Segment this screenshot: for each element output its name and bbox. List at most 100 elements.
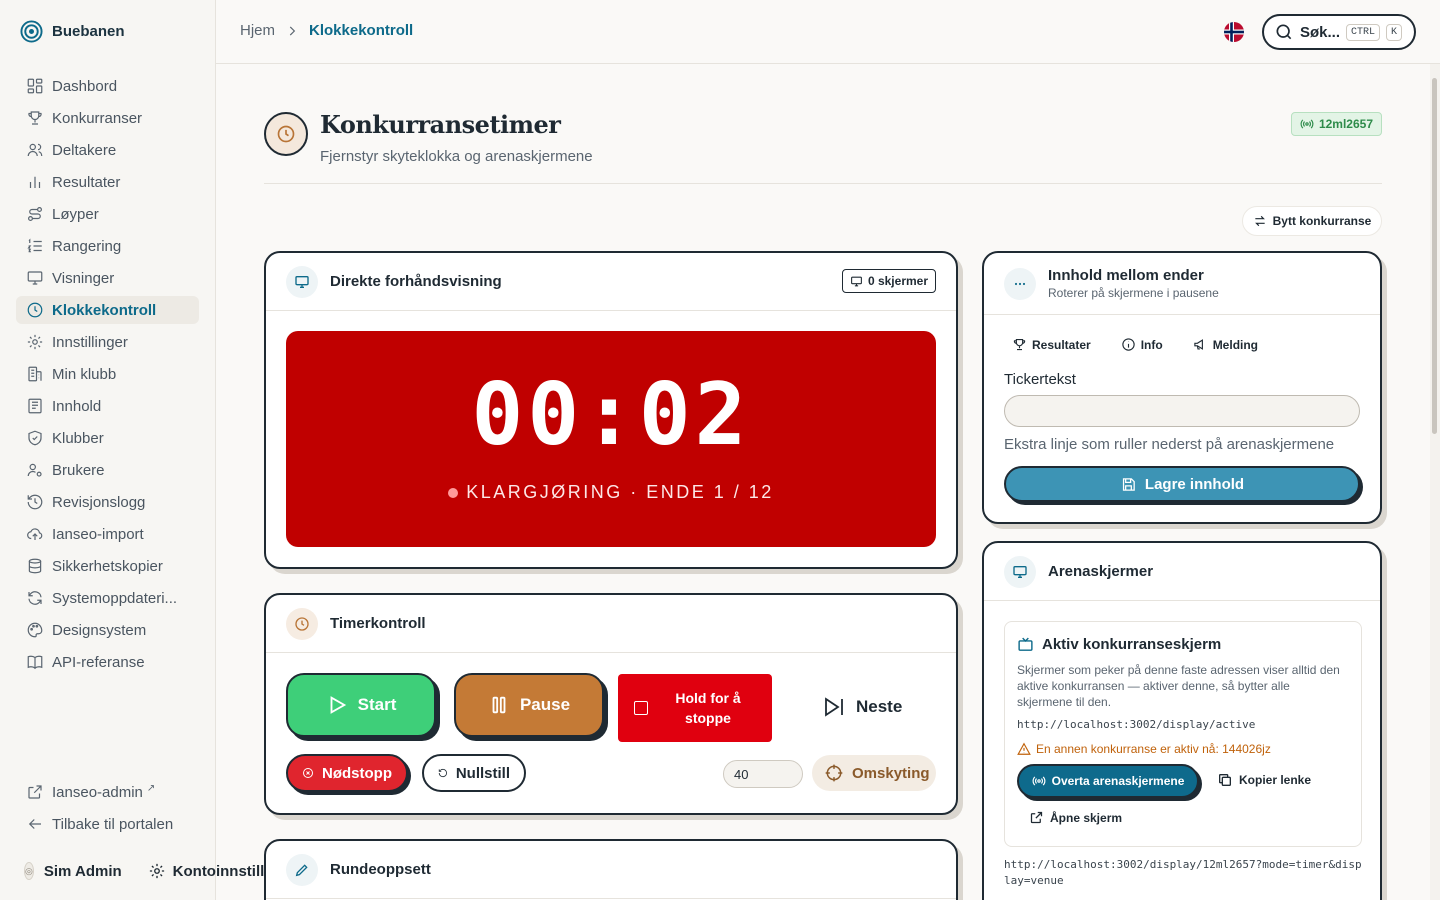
save-icon [1122, 477, 1135, 491]
kbd-k: K [1386, 23, 1403, 41]
tab-results[interactable]: Resultater [1004, 337, 1091, 352]
sidebar-item-designsystem[interactable]: Designsystem [16, 616, 199, 644]
copy-link-button[interactable]: Kopier lenke [1217, 772, 1311, 788]
tab-message[interactable]: Melding [1185, 337, 1258, 352]
sidebar-item-dashbord[interactable]: Dashbord [16, 72, 199, 100]
sidebar-item-innhold[interactable]: Innhold [16, 392, 199, 420]
preview-card-header: Direkte forhåndsvisning 0 skjermer [266, 253, 956, 311]
pause-icon [492, 696, 506, 714]
avatar[interactable]: ◎ [24, 862, 34, 880]
reset-button[interactable]: Nullstill [422, 754, 526, 792]
breadcrumb-home[interactable]: Hjem [240, 22, 275, 39]
pencil-icon [286, 853, 318, 886]
search-label: Søk... [1300, 23, 1341, 41]
list-ordered-icon [27, 238, 42, 253]
page-header: Konkurransetimer Fjernstyr skyteklokka o… [264, 110, 1382, 184]
sidebar-item-label: Brukere [52, 461, 105, 479]
tab-info[interactable]: Info [1113, 337, 1163, 352]
active-screen-heading: Aktiv konkurranseskjerm [1017, 636, 1221, 653]
clock-icon [286, 607, 318, 640]
round-setup-header[interactable]: Rundeoppsett [266, 841, 956, 899]
sidebar-item-label: Klokkekontroll [52, 301, 157, 319]
sidebar-item-label: Deltakere [52, 141, 117, 159]
active-screen-description: Skjermer som peker på denne faste adress… [1017, 663, 1340, 709]
account-settings-link[interactable]: Kontoinnstilli [148, 862, 268, 880]
sidebar-item-rangering[interactable]: Rangering [16, 232, 199, 260]
take-over-screens-button[interactable]: Overta arenaskjermene [1017, 764, 1199, 798]
sidebar: Buebanen Dashbord Konkurranser Deltakere Re… [0, 0, 268, 900]
trophy-icon [28, 111, 42, 125]
start-button[interactable]: Start [286, 673, 436, 737]
norway-flag-icon[interactable] [1224, 22, 1244, 42]
clock-time: 00:02 [471, 365, 751, 465]
megaphone-icon [1194, 339, 1203, 350]
round-setup-card: Rundeoppsett [264, 839, 958, 900]
sidebar-item-api-referanse[interactable]: API-referanse [16, 648, 199, 676]
sidebar-item-label: Tilbake til portalen [52, 815, 174, 833]
scrollbar-thumb[interactable] [1432, 78, 1437, 434]
timer-control-title: Timerkontroll [330, 615, 426, 632]
sidebar-item-label: Konkurranser [52, 109, 143, 127]
sidebar-item-klubber[interactable]: Klubber [16, 424, 199, 452]
brand-name: Buebanen [52, 23, 125, 40]
sidebar-item-min-klubb[interactable]: Min klubb [16, 360, 199, 388]
search-button[interactable]: Søk... CTRL K [1262, 14, 1416, 50]
reshoot-seconds-input[interactable]: 40 [723, 760, 803, 788]
page-subtitle: Fjernstyr skyteklokka og arenaskjermene [320, 148, 593, 165]
user-name[interactable]: Sim Admin [44, 863, 122, 880]
ticker-input[interactable] [1004, 395, 1360, 427]
brand[interactable]: Buebanen [20, 20, 125, 43]
sidebar-item-ianseo-admin[interactable]: Ianseo-admin ↗ [16, 778, 199, 806]
sidebar-item-brukere[interactable]: Brukere [16, 456, 199, 484]
sidebar-bottom-nav: Ianseo-admin ↗ Tilbake til portalen [16, 778, 199, 842]
open-screen-button[interactable]: Åpne skjerm [1029, 810, 1122, 825]
cloud-upload-icon [27, 528, 43, 540]
preview-title: Direkte forhåndsvisning [330, 273, 502, 290]
sidebar-item-label: Løyper [52, 205, 99, 223]
active-screen-url: http://localhost:3002/display/active [1017, 718, 1256, 731]
pause-button[interactable]: Pause [454, 673, 604, 737]
sidebar-item-revisjonslogg[interactable]: Revisjonslogg [16, 488, 199, 516]
sidebar-item-back-to-portal[interactable]: Tilbake til portalen [16, 810, 199, 838]
clock-display: 00:02 KLARGJØRING · ENDE 1 / 12 [286, 331, 936, 547]
switch-competition-button[interactable]: Bytt konkurranse [1242, 206, 1382, 236]
external-link-icon [28, 785, 42, 799]
between-ends-card: Innhold mellom ender Roterer på skjermen… [982, 251, 1382, 524]
phase-dot-icon [448, 487, 459, 498]
sidebar-item-sikkerhetskopier[interactable]: Sikkerhetskopier [16, 552, 199, 580]
route-icon [28, 207, 42, 221]
sidebar-item-deltakere[interactable]: Deltakere [16, 136, 199, 164]
dashboard-icon [27, 78, 43, 94]
next-button[interactable]: Neste [814, 687, 934, 727]
monitor-icon [27, 271, 43, 285]
reshoot-button[interactable]: Omskyting [812, 755, 936, 791]
sidebar-item-label: Innstillinger [52, 333, 128, 351]
sidebar-item-konkurranser[interactable]: Konkurranser [16, 104, 199, 132]
emergency-stop-button[interactable]: Nødstopp [286, 754, 408, 792]
sidebar-item-klokkekontroll[interactable]: Klokkekontroll [16, 296, 199, 324]
newspaper-icon [28, 398, 42, 414]
sidebar-item-ianseo-import[interactable]: Ianseo-import [16, 520, 199, 548]
gear-icon [27, 334, 43, 350]
between-ends-header: Innhold mellom ender Roterer på skjermen… [984, 253, 1380, 315]
sidebar-item-innstillinger[interactable]: Innstillinger [16, 328, 199, 356]
sidebar-item-visninger[interactable]: Visninger [16, 264, 199, 292]
timer-control-header: Timerkontroll [266, 595, 956, 653]
sidebar-item-resultater[interactable]: Resultater [16, 168, 199, 196]
sidebar-item-systemoppdateri[interactable]: Systemoppdateri... [16, 584, 199, 612]
sidebar-item-label: API-referanse [52, 653, 145, 671]
hold-to-stop-line1: Hold for å [675, 690, 741, 706]
emergency-stop-label: Nødstopp [322, 764, 392, 782]
save-content-button[interactable]: Lagre innhold [1004, 466, 1360, 502]
book-icon [27, 655, 43, 670]
hold-to-stop-button[interactable]: Hold for å stoppe [618, 674, 772, 742]
page-scrollbar[interactable] [1430, 64, 1440, 900]
refresh-icon [28, 591, 42, 605]
sidebar-item-label: Visninger [52, 269, 115, 287]
breadcrumb: Hjem Klokkekontroll [240, 22, 413, 39]
page-title: Konkurransetimer [320, 110, 561, 139]
screens-count-badge[interactable]: 0 skjermer [841, 269, 936, 293]
arena-screens-card: Arenaskjermer Aktiv konkurranseskjerm Sk… [982, 541, 1382, 900]
sidebar-item-løyper[interactable]: Løyper [16, 200, 199, 228]
active-screen-title: Aktiv konkurranseskjerm [1042, 636, 1222, 653]
